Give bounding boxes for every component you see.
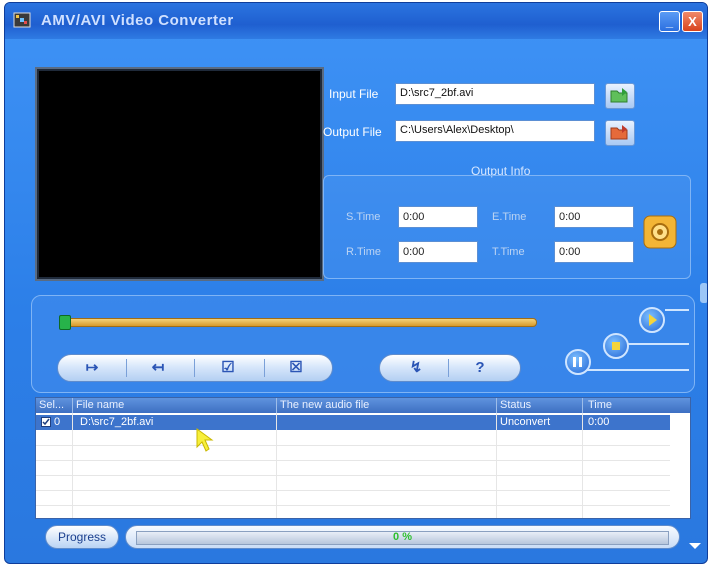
progress-button[interactable]: Progress bbox=[45, 525, 119, 549]
set-start-button[interactable]: ↦ bbox=[72, 358, 112, 378]
pause-icon bbox=[573, 357, 582, 367]
output-browse-button[interactable] bbox=[605, 120, 635, 146]
convert-button[interactable]: ↯ bbox=[398, 358, 434, 378]
input-browse-button[interactable] bbox=[605, 83, 635, 109]
col-header-new-audio[interactable]: The new audio file bbox=[280, 399, 369, 411]
s-time-field[interactable]: 0:00 bbox=[398, 206, 478, 228]
help-button[interactable]: ? bbox=[462, 358, 498, 378]
check-icon bbox=[42, 418, 50, 426]
table-header: Sel... File name The new audio file Stat… bbox=[36, 398, 690, 413]
folder-open-icon bbox=[610, 88, 628, 103]
title-bar[interactable]: AMV/AVI Video Converter _ X bbox=[5, 3, 707, 39]
row-select-value: 0 bbox=[54, 416, 61, 428]
play-rail bbox=[665, 309, 689, 311]
t-time-label: T.Time bbox=[492, 246, 525, 258]
stop-rail bbox=[625, 343, 689, 345]
col-header-select[interactable]: Sel... bbox=[39, 399, 64, 411]
output-info-panel: S.Time 0:00 E.Time 0:00 R.Time 0:00 T.Ti… bbox=[323, 175, 691, 279]
progress-bar: 0 % bbox=[125, 525, 680, 549]
pause-button[interactable] bbox=[565, 349, 591, 375]
action-button-group: ↯ ? bbox=[379, 354, 521, 382]
row-status: Unconvert bbox=[500, 416, 551, 428]
t-time-field[interactable]: 0:00 bbox=[554, 241, 634, 263]
r-time-label: R.Time bbox=[346, 246, 382, 258]
side-expand-tab[interactable] bbox=[700, 283, 707, 303]
col-header-status[interactable]: Status bbox=[500, 399, 531, 411]
play-button[interactable] bbox=[639, 307, 665, 333]
set-end-button[interactable]: ↤ bbox=[138, 358, 178, 378]
stop-icon bbox=[612, 342, 620, 350]
edit-button-group: ↦ ↤ ☑ ☒ bbox=[57, 354, 333, 382]
folder-export-icon bbox=[610, 125, 628, 140]
r-time-field[interactable]: 0:00 bbox=[398, 241, 478, 263]
s-time-label: S.Time bbox=[346, 211, 381, 223]
file-list-table: Sel... File name The new audio file Stat… bbox=[35, 397, 691, 519]
e-time-field[interactable]: 0:00 bbox=[554, 206, 634, 228]
seek-thumb[interactable] bbox=[59, 315, 71, 330]
minimize-button[interactable]: _ bbox=[659, 11, 680, 32]
input-file-label: Input File bbox=[329, 87, 379, 101]
expand-arrow-icon[interactable] bbox=[689, 543, 701, 549]
table-row[interactable]: 0 D:\src7_2bf.avi Unconvert 0:00 bbox=[36, 415, 670, 430]
pause-rail bbox=[585, 369, 689, 371]
film-strip-icon bbox=[13, 12, 31, 28]
progress-percent: 0 % bbox=[393, 531, 412, 543]
app-window: AMV/AVI Video Converter _ X Input File D… bbox=[4, 2, 708, 564]
input-file-field[interactable]: D:\src7_2bf.avi bbox=[395, 83, 595, 105]
output-file-field[interactable]: C:\Users\Alex\Desktop\ bbox=[395, 120, 595, 142]
clear-button[interactable]: ☒ bbox=[276, 358, 316, 378]
stop-button[interactable] bbox=[603, 333, 629, 359]
col-header-time[interactable]: Time bbox=[588, 399, 612, 411]
row-checkbox[interactable] bbox=[41, 417, 51, 427]
progress-track: 0 % bbox=[136, 531, 669, 545]
play-icon bbox=[649, 314, 657, 326]
select-all-button[interactable]: ☑ bbox=[208, 358, 248, 378]
row-file-name: D:\src7_2bf.avi bbox=[80, 416, 154, 428]
gear-convert-icon[interactable] bbox=[643, 215, 677, 249]
window-title: AMV/AVI Video Converter bbox=[41, 12, 234, 29]
video-preview bbox=[35, 67, 324, 281]
row-time: 0:00 bbox=[588, 416, 610, 428]
mouse-cursor-icon bbox=[196, 428, 214, 452]
col-header-file-name[interactable]: File name bbox=[76, 399, 124, 411]
close-button[interactable]: X bbox=[682, 11, 703, 32]
output-file-label: Output File bbox=[323, 125, 382, 139]
seek-bar[interactable] bbox=[61, 318, 537, 327]
e-time-label: E.Time bbox=[492, 211, 527, 223]
